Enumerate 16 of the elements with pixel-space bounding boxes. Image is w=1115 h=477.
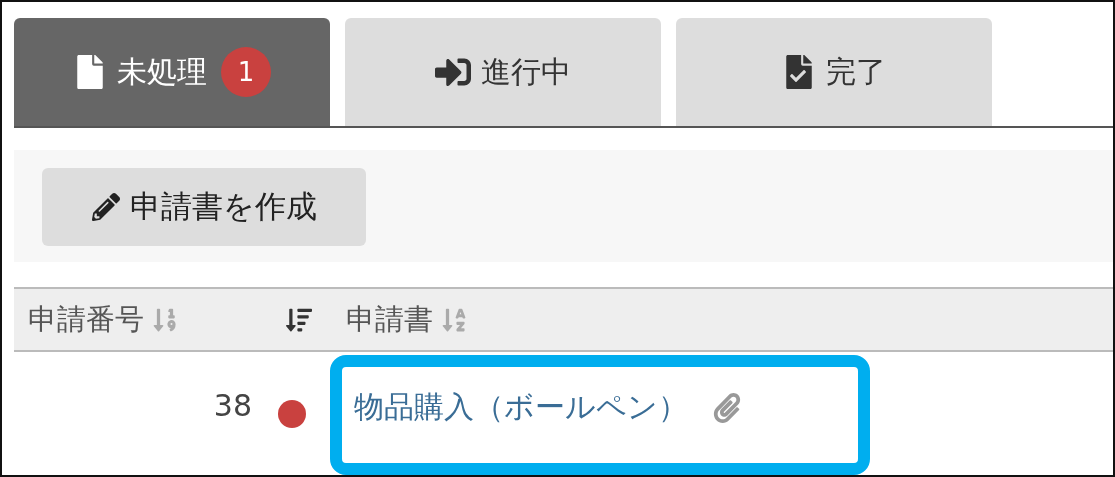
column-header: 申請番号 [28, 300, 144, 338]
column-header: 申請書 [346, 300, 433, 338]
table-cell-text: 38 [212, 387, 252, 425]
create-button[interactable]: 申請書を作成 [42, 168, 366, 246]
sort-amount-icon[interactable] [286, 306, 312, 333]
pencil-icon [91, 193, 120, 221]
tab-label: 進行中 [481, 52, 571, 91]
sort-numeric-icon[interactable] [152, 306, 178, 333]
tab-label: 未処理 [117, 52, 207, 91]
tab-label: 完了 [826, 52, 886, 91]
count-badge: 1 [221, 47, 271, 97]
tab[interactable]: 進行中 [345, 18, 661, 126]
sort-alpha-icon[interactable] [441, 306, 467, 333]
application-link[interactable]: 物品購入（ボールペン） [354, 387, 688, 428]
tab[interactable]: 未処理 1 [14, 18, 330, 126]
tab[interactable]: 完了 [676, 18, 992, 126]
